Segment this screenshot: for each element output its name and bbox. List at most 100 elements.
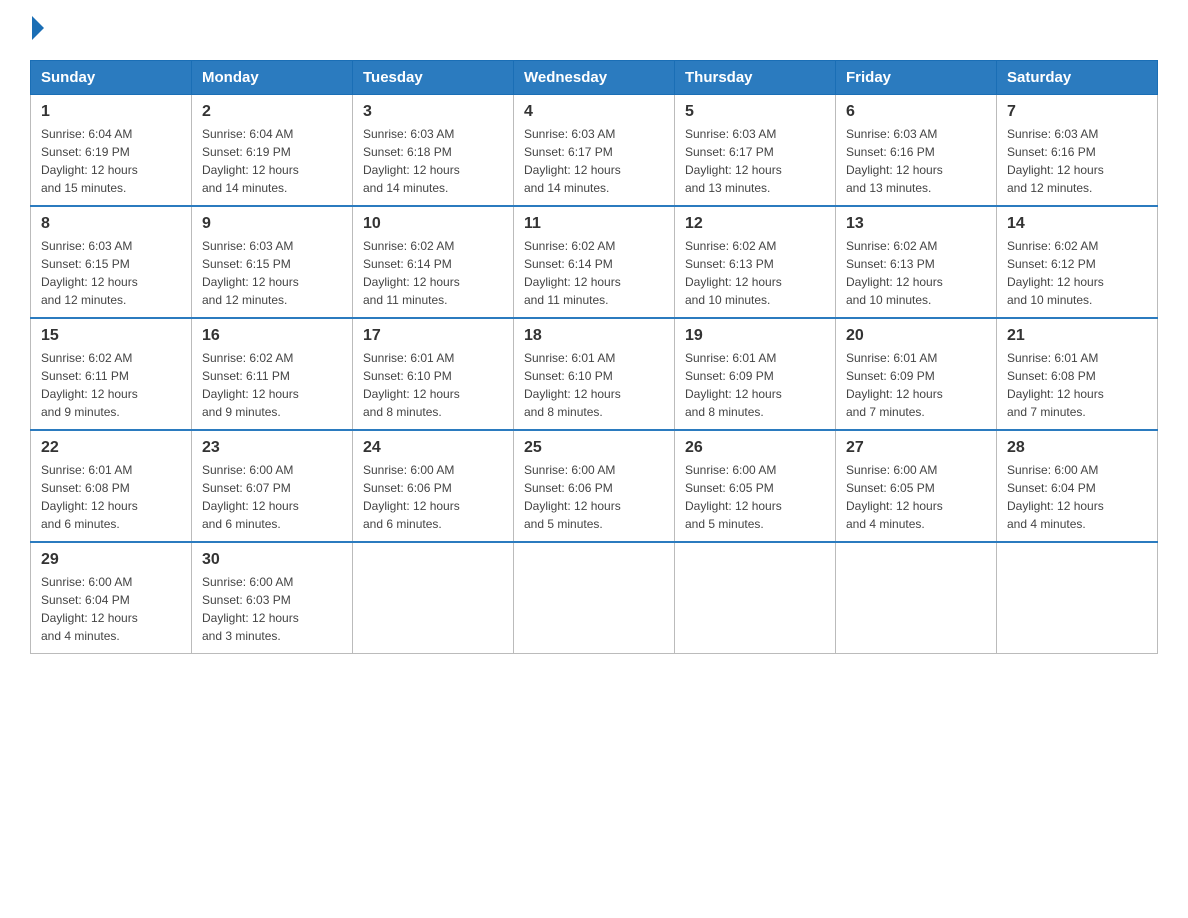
calendar-table: SundayMondayTuesdayWednesdayThursdayFrid… bbox=[30, 60, 1158, 654]
day-number: 11 bbox=[524, 215, 664, 233]
day-info: Sunrise: 6:00 AM Sunset: 6:07 PM Dayligh… bbox=[202, 461, 342, 533]
day-number: 19 bbox=[685, 327, 825, 345]
day-info: Sunrise: 6:01 AM Sunset: 6:10 PM Dayligh… bbox=[363, 349, 503, 421]
day-number: 26 bbox=[685, 439, 825, 457]
logo-triangle-icon bbox=[32, 16, 44, 40]
day-info: Sunrise: 6:03 AM Sunset: 6:15 PM Dayligh… bbox=[41, 237, 181, 309]
calendar-day-cell: 2 Sunrise: 6:04 AM Sunset: 6:19 PM Dayli… bbox=[192, 95, 353, 207]
day-info: Sunrise: 6:04 AM Sunset: 6:19 PM Dayligh… bbox=[202, 125, 342, 197]
day-number: 25 bbox=[524, 439, 664, 457]
calendar-day-cell: 3 Sunrise: 6:03 AM Sunset: 6:18 PM Dayli… bbox=[353, 95, 514, 207]
day-number: 27 bbox=[846, 439, 986, 457]
calendar-day-cell: 9 Sunrise: 6:03 AM Sunset: 6:15 PM Dayli… bbox=[192, 206, 353, 318]
day-number: 15 bbox=[41, 327, 181, 345]
day-info: Sunrise: 6:03 AM Sunset: 6:18 PM Dayligh… bbox=[363, 125, 503, 197]
day-info: Sunrise: 6:02 AM Sunset: 6:14 PM Dayligh… bbox=[363, 237, 503, 309]
day-number: 18 bbox=[524, 327, 664, 345]
day-info: Sunrise: 6:00 AM Sunset: 6:05 PM Dayligh… bbox=[846, 461, 986, 533]
calendar-day-cell: 17 Sunrise: 6:01 AM Sunset: 6:10 PM Dayl… bbox=[353, 318, 514, 430]
day-number: 6 bbox=[846, 103, 986, 121]
weekday-header-row: SundayMondayTuesdayWednesdayThursdayFrid… bbox=[31, 61, 1158, 95]
calendar-day-cell: 8 Sunrise: 6:03 AM Sunset: 6:15 PM Dayli… bbox=[31, 206, 192, 318]
calendar-day-cell: 21 Sunrise: 6:01 AM Sunset: 6:08 PM Dayl… bbox=[997, 318, 1158, 430]
day-info: Sunrise: 6:02 AM Sunset: 6:11 PM Dayligh… bbox=[41, 349, 181, 421]
calendar-week-row: 29 Sunrise: 6:00 AM Sunset: 6:04 PM Dayl… bbox=[31, 542, 1158, 654]
calendar-day-cell: 18 Sunrise: 6:01 AM Sunset: 6:10 PM Dayl… bbox=[514, 318, 675, 430]
day-number: 20 bbox=[846, 327, 986, 345]
calendar-day-cell: 25 Sunrise: 6:00 AM Sunset: 6:06 PM Dayl… bbox=[514, 430, 675, 542]
day-number: 21 bbox=[1007, 327, 1147, 345]
calendar-day-cell: 27 Sunrise: 6:00 AM Sunset: 6:05 PM Dayl… bbox=[836, 430, 997, 542]
day-info: Sunrise: 6:00 AM Sunset: 6:06 PM Dayligh… bbox=[363, 461, 503, 533]
calendar-day-cell bbox=[353, 542, 514, 654]
calendar-day-cell: 1 Sunrise: 6:04 AM Sunset: 6:19 PM Dayli… bbox=[31, 95, 192, 207]
day-info: Sunrise: 6:02 AM Sunset: 6:14 PM Dayligh… bbox=[524, 237, 664, 309]
day-number: 30 bbox=[202, 551, 342, 569]
day-info: Sunrise: 6:03 AM Sunset: 6:16 PM Dayligh… bbox=[846, 125, 986, 197]
calendar-day-cell: 22 Sunrise: 6:01 AM Sunset: 6:08 PM Dayl… bbox=[31, 430, 192, 542]
calendar-day-cell: 19 Sunrise: 6:01 AM Sunset: 6:09 PM Dayl… bbox=[675, 318, 836, 430]
day-number: 7 bbox=[1007, 103, 1147, 121]
day-info: Sunrise: 6:03 AM Sunset: 6:17 PM Dayligh… bbox=[685, 125, 825, 197]
logo bbox=[30, 20, 44, 40]
day-info: Sunrise: 6:02 AM Sunset: 6:12 PM Dayligh… bbox=[1007, 237, 1147, 309]
calendar-day-cell: 30 Sunrise: 6:00 AM Sunset: 6:03 PM Dayl… bbox=[192, 542, 353, 654]
day-info: Sunrise: 6:00 AM Sunset: 6:04 PM Dayligh… bbox=[41, 573, 181, 645]
day-number: 14 bbox=[1007, 215, 1147, 233]
day-number: 1 bbox=[41, 103, 181, 121]
calendar-day-cell bbox=[836, 542, 997, 654]
calendar-day-cell: 11 Sunrise: 6:02 AM Sunset: 6:14 PM Dayl… bbox=[514, 206, 675, 318]
day-number: 23 bbox=[202, 439, 342, 457]
day-number: 8 bbox=[41, 215, 181, 233]
calendar-day-cell: 5 Sunrise: 6:03 AM Sunset: 6:17 PM Dayli… bbox=[675, 95, 836, 207]
day-number: 2 bbox=[202, 103, 342, 121]
calendar-day-cell: 15 Sunrise: 6:02 AM Sunset: 6:11 PM Dayl… bbox=[31, 318, 192, 430]
day-number: 17 bbox=[363, 327, 503, 345]
weekday-header-friday: Friday bbox=[836, 61, 997, 95]
calendar-week-row: 1 Sunrise: 6:04 AM Sunset: 6:19 PM Dayli… bbox=[31, 95, 1158, 207]
day-info: Sunrise: 6:01 AM Sunset: 6:09 PM Dayligh… bbox=[685, 349, 825, 421]
calendar-day-cell: 10 Sunrise: 6:02 AM Sunset: 6:14 PM Dayl… bbox=[353, 206, 514, 318]
calendar-day-cell bbox=[675, 542, 836, 654]
day-info: Sunrise: 6:00 AM Sunset: 6:05 PM Dayligh… bbox=[685, 461, 825, 533]
calendar-week-row: 8 Sunrise: 6:03 AM Sunset: 6:15 PM Dayli… bbox=[31, 206, 1158, 318]
day-info: Sunrise: 6:01 AM Sunset: 6:10 PM Dayligh… bbox=[524, 349, 664, 421]
calendar-day-cell: 24 Sunrise: 6:00 AM Sunset: 6:06 PM Dayl… bbox=[353, 430, 514, 542]
day-number: 12 bbox=[685, 215, 825, 233]
calendar-day-cell: 26 Sunrise: 6:00 AM Sunset: 6:05 PM Dayl… bbox=[675, 430, 836, 542]
day-info: Sunrise: 6:01 AM Sunset: 6:09 PM Dayligh… bbox=[846, 349, 986, 421]
day-info: Sunrise: 6:01 AM Sunset: 6:08 PM Dayligh… bbox=[41, 461, 181, 533]
day-info: Sunrise: 6:02 AM Sunset: 6:13 PM Dayligh… bbox=[685, 237, 825, 309]
calendar-day-cell: 20 Sunrise: 6:01 AM Sunset: 6:09 PM Dayl… bbox=[836, 318, 997, 430]
calendar-day-cell: 6 Sunrise: 6:03 AM Sunset: 6:16 PM Dayli… bbox=[836, 95, 997, 207]
day-number: 3 bbox=[363, 103, 503, 121]
calendar-week-row: 15 Sunrise: 6:02 AM Sunset: 6:11 PM Dayl… bbox=[31, 318, 1158, 430]
calendar-day-cell: 7 Sunrise: 6:03 AM Sunset: 6:16 PM Dayli… bbox=[997, 95, 1158, 207]
day-number: 28 bbox=[1007, 439, 1147, 457]
day-number: 22 bbox=[41, 439, 181, 457]
day-info: Sunrise: 6:02 AM Sunset: 6:11 PM Dayligh… bbox=[202, 349, 342, 421]
calendar-day-cell bbox=[514, 542, 675, 654]
day-info: Sunrise: 6:02 AM Sunset: 6:13 PM Dayligh… bbox=[846, 237, 986, 309]
calendar-week-row: 22 Sunrise: 6:01 AM Sunset: 6:08 PM Dayl… bbox=[31, 430, 1158, 542]
day-number: 16 bbox=[202, 327, 342, 345]
calendar-day-cell: 16 Sunrise: 6:02 AM Sunset: 6:11 PM Dayl… bbox=[192, 318, 353, 430]
day-info: Sunrise: 6:00 AM Sunset: 6:04 PM Dayligh… bbox=[1007, 461, 1147, 533]
day-number: 13 bbox=[846, 215, 986, 233]
weekday-header-wednesday: Wednesday bbox=[514, 61, 675, 95]
day-info: Sunrise: 6:03 AM Sunset: 6:17 PM Dayligh… bbox=[524, 125, 664, 197]
calendar-day-cell: 13 Sunrise: 6:02 AM Sunset: 6:13 PM Dayl… bbox=[836, 206, 997, 318]
calendar-day-cell: 14 Sunrise: 6:02 AM Sunset: 6:12 PM Dayl… bbox=[997, 206, 1158, 318]
day-info: Sunrise: 6:04 AM Sunset: 6:19 PM Dayligh… bbox=[41, 125, 181, 197]
calendar-day-cell: 29 Sunrise: 6:00 AM Sunset: 6:04 PM Dayl… bbox=[31, 542, 192, 654]
calendar-day-cell: 28 Sunrise: 6:00 AM Sunset: 6:04 PM Dayl… bbox=[997, 430, 1158, 542]
day-number: 10 bbox=[363, 215, 503, 233]
day-info: Sunrise: 6:03 AM Sunset: 6:16 PM Dayligh… bbox=[1007, 125, 1147, 197]
page-header bbox=[30, 20, 1158, 40]
day-number: 29 bbox=[41, 551, 181, 569]
weekday-header-monday: Monday bbox=[192, 61, 353, 95]
weekday-header-tuesday: Tuesday bbox=[353, 61, 514, 95]
calendar-day-cell: 12 Sunrise: 6:02 AM Sunset: 6:13 PM Dayl… bbox=[675, 206, 836, 318]
day-info: Sunrise: 6:01 AM Sunset: 6:08 PM Dayligh… bbox=[1007, 349, 1147, 421]
weekday-header-sunday: Sunday bbox=[31, 61, 192, 95]
